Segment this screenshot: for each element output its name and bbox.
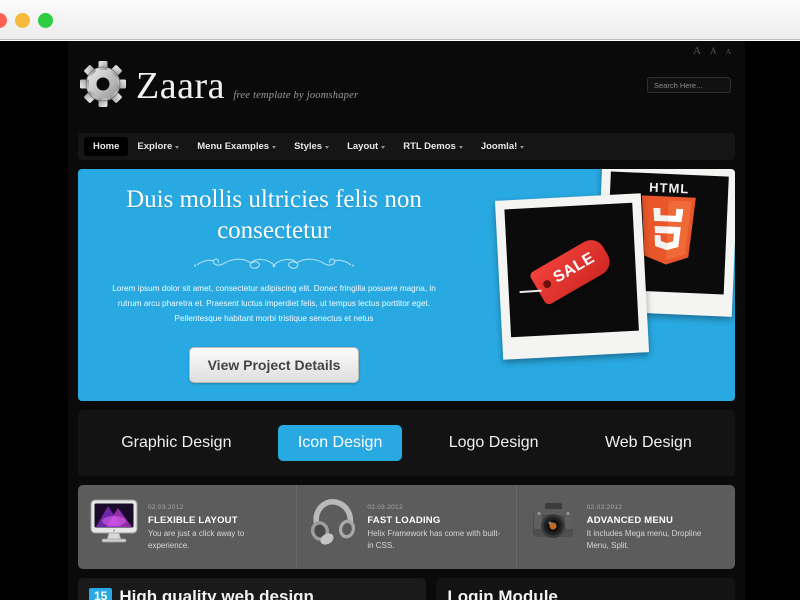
nav-item-explore[interactable]: Explore bbox=[128, 137, 188, 156]
nav-item-label: RTL Demos bbox=[403, 141, 456, 152]
maximize-window-button[interactable] bbox=[38, 13, 53, 28]
filter-web-design[interactable]: Web Design bbox=[585, 425, 712, 461]
site-header: A A A Zaara free template by joomshaper … bbox=[68, 41, 745, 133]
feature-description: You are just a click away to experience. bbox=[148, 529, 245, 550]
html5-word-label: HTML bbox=[648, 179, 690, 197]
window-traffic-lights bbox=[0, 13, 53, 28]
hero-title: Duis mollis ultricies felis non consecte… bbox=[126, 186, 422, 244]
nav-item-label: Home bbox=[93, 141, 120, 152]
brand-name: Zaara bbox=[136, 64, 225, 107]
filter-icon-design[interactable]: Icon Design bbox=[277, 425, 403, 461]
nav-item-layout[interactable]: Layout bbox=[338, 137, 394, 156]
minimize-window-button[interactable] bbox=[15, 13, 30, 28]
font-size-medium-icon[interactable]: A bbox=[710, 47, 717, 56]
nav-item-label: Joomla! bbox=[480, 141, 518, 152]
feature-description: Helix Framework has come with built-in C… bbox=[367, 529, 501, 550]
camera-icon bbox=[527, 494, 579, 546]
site-logo[interactable]: Zaara free template by joomshaper bbox=[78, 59, 358, 109]
chevron-down-icon bbox=[272, 146, 277, 149]
chevron-down-icon bbox=[325, 146, 330, 149]
brand-tagline: free template by joomshaper bbox=[233, 89, 359, 101]
feature-card-fast-loading[interactable]: 02.03.2012 FAST LOADING Helix Framework … bbox=[297, 485, 517, 569]
feature-text-block: 02.03.2012 ADVANCED MENU It includes Meg… bbox=[587, 494, 725, 551]
main-navigation: Home Explore Menu Examples Styles Layout… bbox=[78, 133, 735, 160]
close-window-button[interactable] bbox=[0, 13, 7, 28]
nav-item-home[interactable]: Home bbox=[84, 137, 129, 156]
feature-title: FAST LOADING bbox=[367, 515, 441, 526]
login-module-title: Login Module bbox=[447, 587, 558, 600]
feature-card-flexible-layout[interactable]: 02.03.2012 FLEXIBLE LAYOUT You are just … bbox=[78, 485, 298, 569]
browser-window-chrome bbox=[0, 0, 800, 40]
latest-article-module: 15 High quality web design bbox=[78, 578, 427, 600]
gear-icon bbox=[78, 59, 128, 109]
brand-text-block: Zaara free template by joomshaper bbox=[136, 64, 359, 107]
flourish-divider-icon bbox=[194, 258, 354, 269]
feature-title: FLEXIBLE LAYOUT bbox=[148, 515, 238, 526]
sale-tag-icon: SALE bbox=[528, 234, 615, 307]
page-viewport: A A A Zaara free template by joomshaper … bbox=[0, 41, 800, 600]
font-size-large-icon[interactable]: A bbox=[693, 46, 701, 57]
nav-item-label: Explore bbox=[137, 141, 173, 152]
bottom-modules-row: 15 High quality web design Login Module bbox=[78, 578, 735, 600]
feature-card-advanced-menu[interactable]: 02.03.2012 ADVANCED MENU It includes Meg… bbox=[517, 485, 735, 569]
sale-tag-photo[interactable]: SALE bbox=[494, 193, 650, 360]
sale-label: SALE bbox=[550, 249, 598, 287]
feature-description: It includes Mega menu, Dropline Menu, Sp… bbox=[586, 529, 702, 550]
nav-item-rtl-demos[interactable]: RTL Demos bbox=[394, 137, 472, 156]
filter-logo-design[interactable]: Logo Design bbox=[429, 425, 559, 461]
font-size-resizer[interactable]: A A A bbox=[693, 46, 731, 57]
portfolio-filter-bar: Graphic Design Icon Design Logo Design W… bbox=[78, 410, 735, 476]
nav-item-label: Menu Examples bbox=[197, 141, 270, 152]
view-project-details-button[interactable]: View Project Details bbox=[188, 346, 360, 383]
chevron-down-icon bbox=[175, 146, 180, 149]
feature-text-block: 02.03.2012 FAST LOADING Helix Framework … bbox=[367, 494, 505, 551]
site-page: A A A Zaara free template by joomshaper … bbox=[68, 41, 745, 600]
login-module: Login Module bbox=[436, 578, 735, 600]
hero-text-column: Duis mollis ultricies felis non consecte… bbox=[78, 185, 470, 383]
feature-title: ADVANCED MENU bbox=[586, 515, 673, 526]
hero-image-group: HTML SALE bbox=[441, 169, 735, 401]
nav-item-joomla[interactable]: Joomla! bbox=[472, 137, 533, 156]
article-heading: 15 High quality web design bbox=[89, 587, 415, 600]
headphones-icon bbox=[307, 494, 359, 546]
chevron-down-icon bbox=[458, 146, 463, 149]
nav-item-label: Styles bbox=[294, 141, 323, 152]
filter-graphic-design[interactable]: Graphic Design bbox=[101, 425, 251, 461]
nav-item-label: Layout bbox=[347, 141, 379, 152]
hero-slider: Duis mollis ultricies felis non consecte… bbox=[78, 169, 735, 401]
hero-description: Lorem ipsum dolor sit amet, consectetur … bbox=[112, 284, 436, 324]
feature-date: 02.03.2012 bbox=[586, 504, 623, 511]
html5-shield-icon: HTML bbox=[635, 180, 700, 273]
monitor-icon bbox=[88, 494, 140, 546]
article-title[interactable]: High quality web design bbox=[119, 587, 314, 600]
article-date-badge: 15 bbox=[89, 588, 113, 600]
feature-date: 02.03.2012 bbox=[367, 504, 403, 511]
feature-cards-row: 02.03.2012 FLEXIBLE LAYOUT You are just … bbox=[78, 485, 735, 569]
font-size-small-icon[interactable]: A bbox=[726, 48, 731, 56]
nav-item-menu-examples[interactable]: Menu Examples bbox=[188, 137, 285, 156]
search-input[interactable] bbox=[647, 77, 731, 93]
sale-photo-inner: SALE bbox=[504, 202, 639, 338]
chevron-down-icon bbox=[520, 146, 525, 149]
feature-text-block: 02.03.2012 FLEXIBLE LAYOUT You are just … bbox=[148, 494, 286, 551]
feature-date: 02.03.2012 bbox=[148, 504, 184, 511]
nav-item-styles[interactable]: Styles bbox=[285, 137, 338, 156]
chevron-down-icon bbox=[381, 146, 386, 149]
